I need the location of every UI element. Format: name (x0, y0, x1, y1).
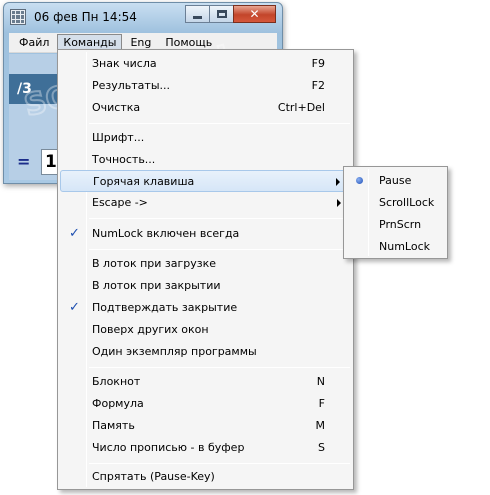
menu-item-label: Очистка (92, 101, 141, 114)
title-bar[interactable]: 06 фев Пн 14:54 ✕ (4, 3, 282, 30)
maximize-icon (216, 10, 227, 18)
menu-item-label: Точность... (92, 153, 156, 166)
window-title: 06 фев Пн 14:54 (34, 10, 137, 24)
submenu-item-prnscrn[interactable]: PrnScrn (346, 214, 445, 236)
menu-item-escape[interactable]: Escape -> (60, 192, 351, 214)
check-icon: ✓ (69, 226, 80, 241)
equals-sign: = (17, 152, 31, 171)
shortcut-label: F2 (311, 79, 325, 92)
menu-item-label: Один экземпляр программы (92, 345, 257, 358)
shortcut-label: F9 (311, 57, 325, 70)
menu-item-label: NumLock (379, 240, 430, 253)
menu-item-label: Результаты... (92, 79, 171, 92)
menu-item-label: Шрифт... (92, 131, 145, 144)
menu-item-label: Блокнот (92, 375, 141, 388)
menu-item-label: Знак числа (92, 57, 157, 70)
menu-item-number-in-words[interactable]: Число прописью - в буфер S (60, 437, 351, 459)
shortcut-label: M (315, 419, 326, 432)
submenu-arrow-icon (337, 199, 341, 207)
submenu-item-pause[interactable]: Pause (346, 170, 445, 192)
submenu-item-scrolllock[interactable]: ScrollLock (346, 192, 445, 214)
menu-item-tray-on-start[interactable]: В лоток при загрузке (60, 253, 351, 275)
minimize-button[interactable] (185, 5, 210, 23)
menu-item-font[interactable]: Шрифт... (60, 127, 351, 149)
menu-separator (89, 463, 350, 464)
menu-item-label: В лоток при закрытии (92, 279, 221, 292)
menu-item-clear[interactable]: Очистка Ctrl+Del (60, 97, 351, 119)
menu-separator (89, 249, 350, 250)
menu-item-formula[interactable]: Формула F (60, 393, 351, 415)
caption-buttons: ✕ (185, 5, 276, 23)
menu-item-label: NumLock включен всегда (92, 227, 240, 240)
menu-item-precision[interactable]: Точность... (60, 149, 351, 171)
menu-separator (89, 218, 350, 219)
menu-item-label: Число прописью - в буфер (92, 441, 245, 454)
menu-item-memory[interactable]: Память M (60, 415, 351, 437)
menu-separator (89, 367, 350, 368)
menu-item-label: Память (92, 419, 135, 432)
shortcut-label: Ctrl+Del (277, 101, 325, 114)
commands-menu: Знак числа F9 Результаты... F2 Очистка C… (57, 49, 354, 490)
radio-selected-icon (356, 177, 363, 184)
shortcut-label: S (318, 441, 325, 454)
menu-item-numlock-always[interactable]: ✓ NumLock включен всегда (60, 223, 351, 245)
shortcut-label: N (316, 375, 325, 388)
close-button[interactable]: ✕ (233, 5, 276, 23)
menu-item-always-on-top[interactable]: Поверх других окон (60, 319, 351, 341)
submenu-arrow-icon (336, 178, 340, 186)
menu-item-single-instance[interactable]: Один экземпляр программы (60, 341, 351, 363)
menu-item-label: PrnScrn (379, 218, 422, 231)
maximize-button[interactable] (209, 5, 234, 23)
check-icon: ✓ (69, 300, 80, 315)
menu-item-confirm-close[interactable]: ✓ Подтверждать закрытие (60, 297, 351, 319)
shortcut-label: F (318, 397, 325, 410)
menu-item-label: Подтверждать закрытие (92, 301, 238, 314)
menu-item-label: В лоток при загрузке (92, 257, 217, 270)
close-icon: ✕ (249, 7, 260, 21)
minimize-icon (193, 15, 202, 19)
submenu-item-numlock[interactable]: NumLock (346, 236, 445, 258)
menu-file[interactable]: Файл (13, 34, 55, 51)
menu-item-label: Pause (379, 174, 412, 187)
hotkey-submenu: Pause ScrollLock PrnScrn NumLock (343, 166, 448, 259)
menu-item-label: ScrollLock (379, 196, 435, 209)
menu-item-hotkey[interactable]: Горячая клавиша (60, 170, 351, 192)
menu-item-tray-on-close[interactable]: В лоток при закрытии (60, 275, 351, 297)
menu-item-sign[interactable]: Знак числа F9 (60, 53, 351, 75)
menu-item-label: Горячая клавиша (93, 175, 195, 188)
menu-item-label: Escape -> (92, 196, 148, 209)
operation-display: /3 (17, 81, 32, 97)
menu-item-label: Формула (92, 397, 144, 410)
menu-item-label: Спрятать (Pause-Key) (92, 470, 215, 483)
menu-item-label: Поверх других окон (92, 323, 209, 336)
calculator-app-icon[interactable] (10, 9, 26, 25)
menu-item-hide[interactable]: Спрятать (Pause-Key) (60, 466, 351, 488)
menu-item-results[interactable]: Результаты... F2 (60, 75, 351, 97)
menu-separator (89, 123, 350, 124)
menu-item-notepad[interactable]: Блокнот N (60, 371, 351, 393)
